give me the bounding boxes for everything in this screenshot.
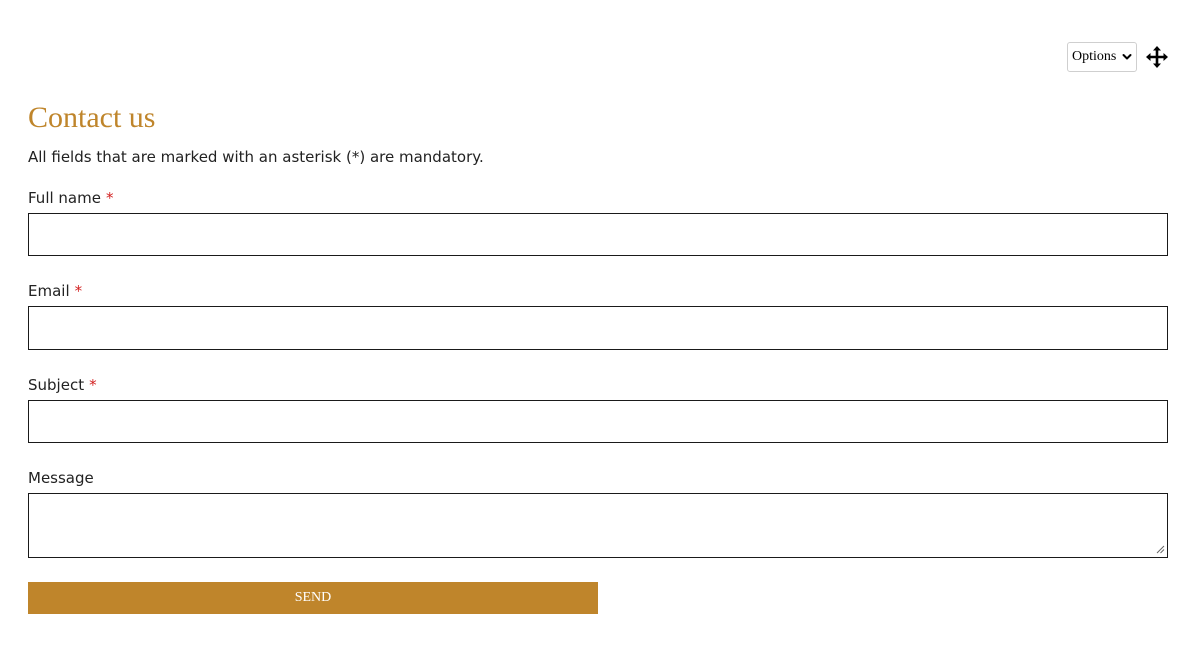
message-label-text: Message <box>28 469 94 487</box>
message-label: Message <box>28 468 94 488</box>
subject-label: Subject * <box>28 375 97 395</box>
page-title: Contact us <box>28 101 156 134</box>
full-name-label-text: Full name <box>28 189 101 207</box>
subject-label-text: Subject <box>28 376 85 394</box>
resize-grip-icon[interactable] <box>1156 545 1165 554</box>
move-arrows-icon[interactable] <box>1145 45 1169 69</box>
required-asterisk: * <box>105 189 114 207</box>
options-label: Options <box>1072 49 1117 64</box>
options-dropdown[interactable]: Options <box>1067 42 1137 72</box>
message-textarea[interactable] <box>28 493 1168 558</box>
email-label-text: Email <box>28 282 70 300</box>
chevron-down-icon <box>1122 54 1132 60</box>
send-button[interactable]: SEND <box>28 582 598 614</box>
required-asterisk: * <box>74 282 83 300</box>
email-label: Email * <box>28 281 82 301</box>
full-name-input[interactable] <box>28 213 1168 256</box>
required-asterisk: * <box>89 376 97 394</box>
mandatory-note: All fields that are marked with an aster… <box>28 148 484 166</box>
toolbar: Options <box>1067 42 1169 72</box>
full-name-label: Full name * <box>28 188 113 208</box>
email-input[interactable] <box>28 306 1168 350</box>
subject-input[interactable] <box>28 400 1168 443</box>
